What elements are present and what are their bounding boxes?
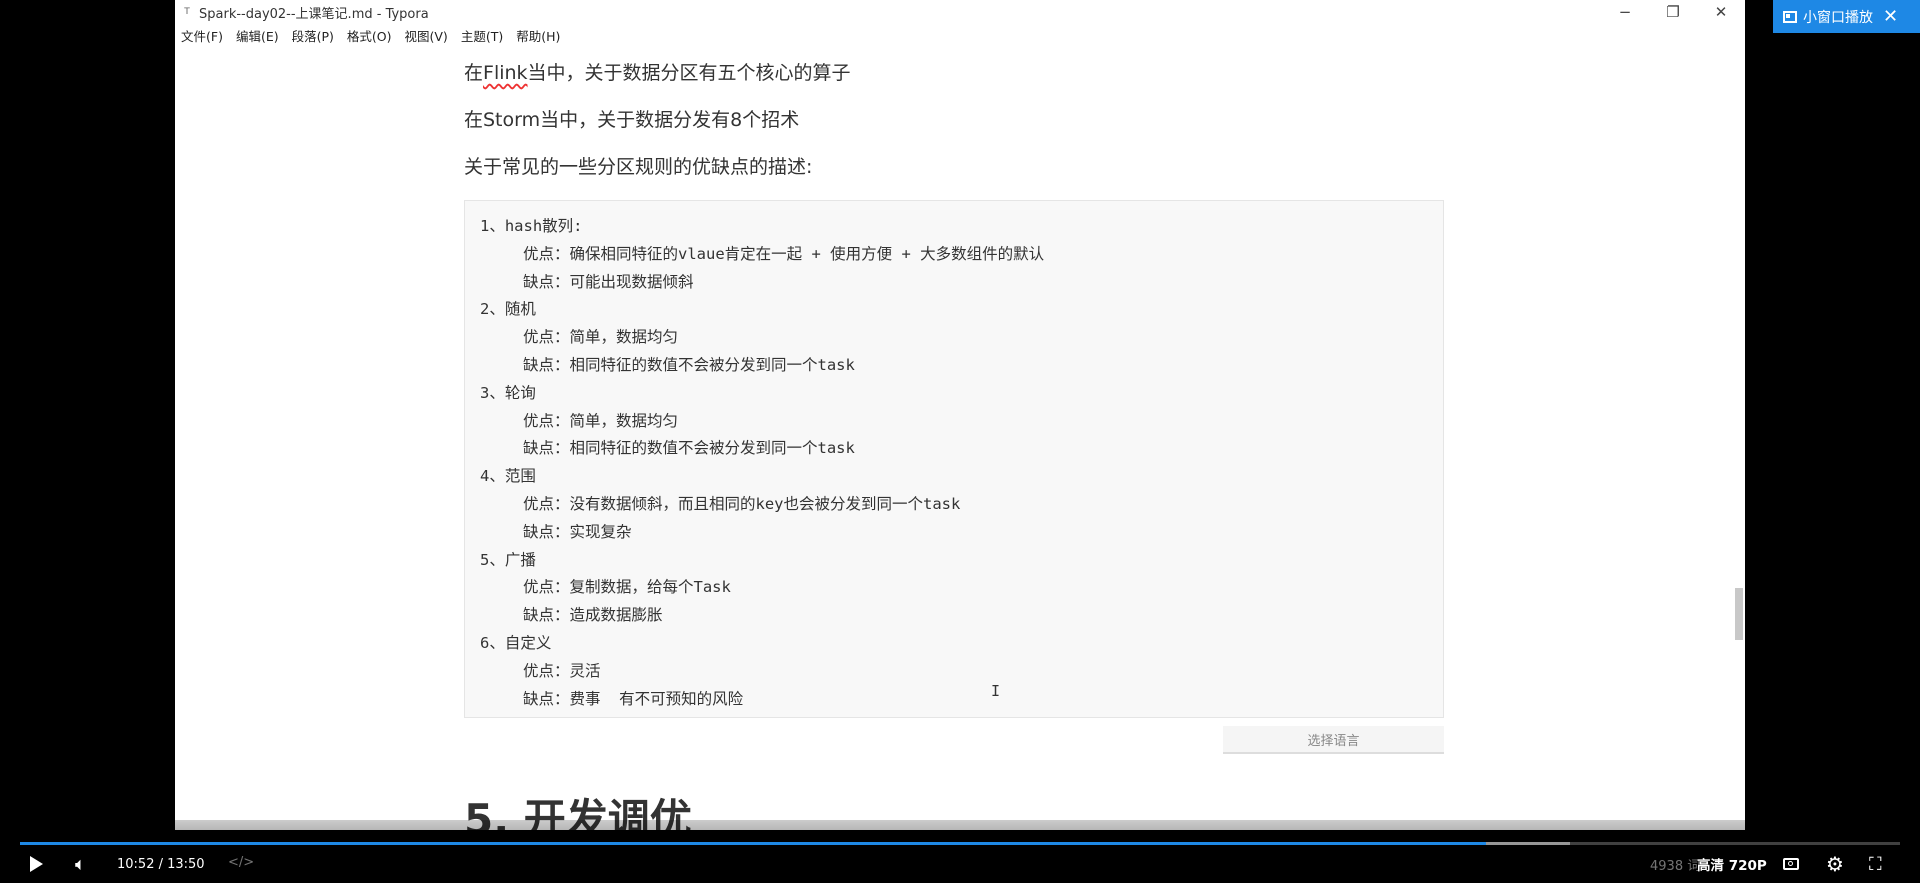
progress-bar[interactable] (20, 842, 1900, 845)
code-line: 缺点：费事 有不可预知的风险 (523, 689, 744, 708)
fullscreen-icon: ⛶ (1869, 853, 1882, 875)
code-line: 3、轮询 (480, 383, 536, 402)
pip-label: 小窗口播放 (1803, 9, 1873, 26)
menu-theme[interactable]: 主题(T) (461, 26, 503, 45)
source-code-icon: </> (228, 855, 255, 870)
gear-icon: ⚙ (1826, 852, 1844, 876)
menu-view[interactable]: 视图(V) (405, 26, 448, 45)
title-bar: T Spark--day02--上课笔记.md - Typora − ❐ ✕ (175, 0, 1745, 24)
menu-paragraph[interactable]: 段落(P) (292, 26, 334, 45)
fullscreen-button[interactable]: ⛶ (1869, 850, 1882, 878)
word-count: 4938 词 (1650, 859, 1701, 874)
progress-played (20, 842, 1487, 845)
code-line: 5、广播 (480, 550, 536, 569)
volume-button[interactable]: 🔈︎ (75, 850, 86, 878)
code-line: 缺点：相同特征的数值不会被分发到同一个task (523, 439, 855, 458)
paragraph-flink-suffix: 当中，关于数据分区有五个核心的算子 (527, 62, 851, 84)
menu-help[interactable]: 帮助(H) (516, 26, 560, 45)
code-line: 缺点：相同特征的数值不会被分发到同一个task (523, 355, 855, 374)
code-block[interactable]: 1、hash散列: 优点：确保相同特征的vlaue肯定在一起 + 使用方便 + … (464, 200, 1444, 718)
code-line: 缺点：造成数据膨胀 (523, 606, 663, 625)
play-button[interactable] (30, 850, 48, 878)
code-line: 优点：复制数据，给每个Task (523, 578, 731, 597)
menu-format[interactable]: 格式(O) (347, 26, 392, 45)
paragraph-storm[interactable]: 在Storm当中，关于数据分发有8个招术 (464, 99, 1444, 146)
spellcheck-word-flink[interactable]: Flink (483, 62, 528, 84)
window-controls: − ❐ ✕ (1601, 0, 1745, 24)
code-line: 缺点：可能出现数据倾斜 (523, 272, 694, 291)
settings-button[interactable]: ⚙ (1826, 850, 1844, 878)
paragraph-flink[interactable]: 在Flink当中，关于数据分区有五个核心的算子 (464, 52, 1444, 99)
volume-icon: 🔈︎ (75, 853, 86, 875)
code-line: 优点：确保相同特征的vlaue肯定在一起 + 使用方便 + 大多数组件的默认 (523, 244, 1045, 263)
code-line: 缺点：实现复杂 (523, 522, 632, 541)
editor-scrollbar-thumb[interactable] (1735, 588, 1743, 640)
typora-app-icon: T (184, 7, 190, 17)
maximize-button[interactable]: ❐ (1649, 0, 1697, 24)
quality-selector[interactable]: 高清 720P (1697, 850, 1767, 878)
pip-button[interactable]: 小窗口播放 ✕ (1773, 0, 1920, 33)
paragraph-partition-intro[interactable]: 关于常见的一些分区规则的优缺点的描述: (464, 146, 1444, 193)
minimize-button[interactable]: − (1601, 0, 1649, 24)
code-line: 4、范围 (480, 467, 536, 486)
code-line: 2、随机 (480, 300, 536, 319)
window-title: Spark--day02--上课笔记.md - Typora (199, 6, 429, 22)
screenshot-button[interactable] (1783, 850, 1803, 878)
typora-window: T Spark--day02--上课笔记.md - Typora − ❐ ✕ 文… (175, 0, 1745, 830)
code-language-select[interactable]: 选择语言 (1223, 726, 1444, 754)
playback-time: 10:52 / 13:50 (117, 856, 205, 872)
pip-window-icon (1783, 10, 1797, 23)
code-line: 1、hash散列: (480, 217, 583, 235)
document-body[interactable]: 在Flink当中，关于数据分区有五个核心的算子 在Storm当中，关于数据分发有… (464, 52, 1444, 193)
close-button[interactable]: ✕ (1697, 0, 1745, 24)
code-line: 优点：简单，数据均匀 (523, 411, 679, 430)
play-icon (30, 856, 43, 872)
menu-edit[interactable]: 编辑(E) (236, 26, 279, 45)
code-line: 6、自定义 (480, 633, 552, 652)
pip-close-icon[interactable]: ✕ (1883, 6, 1898, 27)
code-line: 优点：没有数据倾斜，而且相同的key也会被分发到同一个task (523, 494, 961, 513)
text-cursor-icon: I (991, 682, 1001, 700)
code-line: 优点：灵活 (523, 661, 601, 680)
paragraph-flink-prefix: 在 (464, 62, 484, 84)
camera-icon (1783, 858, 1799, 870)
menu-file[interactable]: 文件(F) (181, 26, 223, 45)
player-controls-bar (0, 820, 1920, 883)
menu-bar: 文件(F) 编辑(E) 段落(P) 格式(O) 视图(V) 主题(T) 帮助(H… (181, 26, 560, 45)
code-line: 优点：简单，数据均匀 (523, 328, 679, 347)
